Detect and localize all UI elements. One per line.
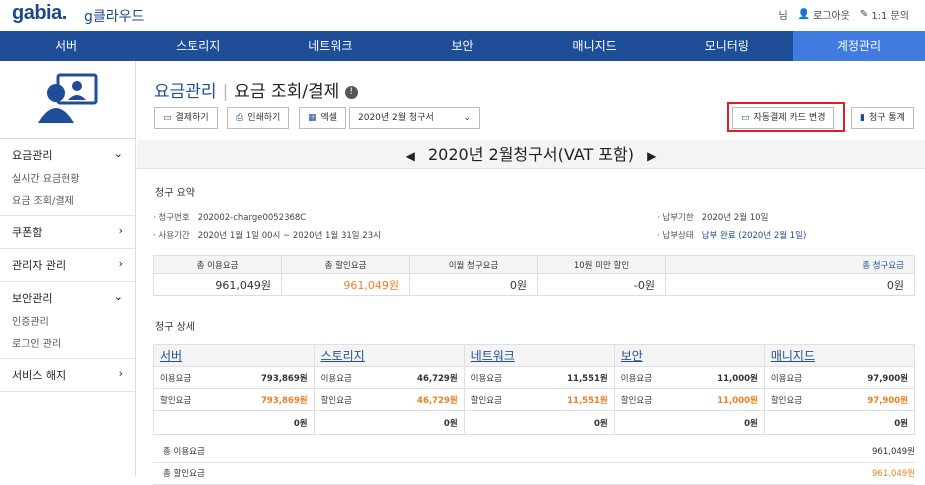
user-monitor-icon [37,73,97,123]
grand-usage-row: 총 이용요금 961,049원 [153,441,915,463]
info-icon[interactable]: ! [344,85,358,99]
cat-total: 0원 [613,410,765,435]
cat-total: 0원 [763,410,916,435]
grand-discount-row: 총 할인요금 961,049원 [153,463,915,485]
detail-cat-network[interactable]: 네트워크 [463,344,615,367]
account-avatar [0,61,135,139]
page-title: 요금관리 | 요금 조회/결제 ! [154,77,358,102]
table-row: 이용요금 46,729원 [313,366,465,389]
table-row: 할인요금 11,551원 [463,388,615,411]
excel-icon: ▦ [308,113,317,123]
summary-table: 총 이용요금 총 할인요금 이월 청구요금 10원 미만 할인 총 청구요금 9… [153,255,915,296]
chevron-right-icon: › [118,367,123,380]
pay-button[interactable]: ▭ 결제하기 [154,107,218,129]
table-row: 할인요금 793,869원 [153,388,315,411]
month-select[interactable]: 2020년 2월 청구서 ⌄ [349,107,480,129]
table-row: 할인요금 11,000원 [613,388,765,411]
nav-account[interactable]: 계정관리 [792,31,925,61]
sidebar-auth[interactable]: 인증관리 [12,313,123,328]
nav-storage[interactable]: 스토리지 [132,31,264,61]
cat-total: 0원 [463,410,615,435]
inquiry-link[interactable]: ✎ 1:1 문의 [860,7,909,22]
nav-security[interactable]: 보안 [396,31,528,61]
stats-button[interactable]: ▮ 청구 통계 [851,107,914,129]
edit-icon: ✎ [859,9,869,20]
nav-monitoring[interactable]: 모니터링 [661,31,793,61]
table-row: 이용요금 97,900원 [763,366,916,389]
cat-total: 0원 [313,410,465,435]
due-date: 2020년 2월 10일 [701,213,769,223]
nav-server[interactable]: 서버 [0,31,132,61]
card-change-button[interactable]: ▭ 자동결제 카드 변경 [732,107,835,129]
summary-heading: 청구 요약 [155,188,195,199]
table-row: 이용요금 793,869원 [153,366,315,389]
card-icon: ▭ [163,113,172,123]
table-row: 할인요금 97,900원 [763,388,916,411]
excel-button[interactable]: ▦ 엑셀 [299,107,347,129]
table-row: 이용요금 11,000원 [613,366,765,389]
main-content: 요금관리 | 요금 조회/결제 ! ▭ 결제하기 ⎙ 인쇄하기 ▦ 엑셀 2020년 2월… [137,61,925,485]
nav-managed[interactable]: 매니지드 [529,31,661,61]
logout-link[interactable]: 👤 로그아웃 [798,7,850,22]
usage-period: 2020년 1월 1일 00시 ~ 2020년 1월 31일 23시 [197,231,381,241]
chevron-down-icon: ⌄ [113,290,123,303]
detail-cat-managed[interactable]: 매니지드 [763,344,916,367]
detail-table: 서버 스토리지 네트워크 보안 매니지드 이용요금 793,869원 이용요금 46… [153,344,916,435]
sidebar-security[interactable]: 보안관리 ⌄ 인증관리 로그인 관리 [0,282,135,359]
printer-icon: ⎙ [236,113,244,123]
total-billed: 0원 [665,273,915,296]
bar-chart-icon: ▮ [860,113,865,123]
table-row: 이용요금 11,551원 [463,366,615,389]
person-icon: 👤 [797,9,811,20]
top-bar: gabia. g클라우드 님 👤 로그아웃 ✎ 1:1 문의 [0,0,925,30]
next-month-arrow-icon[interactable]: ▶ [647,149,656,163]
chevron-down-icon: ⌄ [463,113,471,123]
invoice-title-bar: ◀ 2020년 2월청구서(VAT 포함) ▶ [137,140,925,169]
sidebar-billing[interactable]: 요금관리 ⌄ 실시간 요금현황 요금 조회/결제 [0,139,135,216]
card-icon: ▭ [741,113,750,123]
sidebar: 요금관리 ⌄ 실시간 요금현황 요금 조회/결제 쿠폰함 › 관리자 관리 › 보안관… [0,61,136,477]
total-discount: 961,049원 [281,273,410,296]
detail-heading: 청구 상세 [155,322,195,333]
detail-cat-storage[interactable]: 스토리지 [313,344,465,367]
under-10-discount: -0원 [537,273,666,296]
user-name: 님 [778,11,788,22]
sidebar-login-mgmt[interactable]: 로그인 관리 [12,335,123,350]
sidebar-admin[interactable]: 관리자 관리 › [0,249,135,282]
chevron-down-icon: ⌄ [113,147,123,160]
sidebar-fee-inquiry[interactable]: 요금 조회/결제 [12,192,123,207]
detail-cat-security[interactable]: 보안 [613,344,765,367]
sidebar-coupon[interactable]: 쿠폰함 › [0,216,135,249]
print-button[interactable]: ⎙ 인쇄하기 [227,107,290,129]
detail-cat-server[interactable]: 서버 [153,344,315,367]
gabia-logo[interactable]: gabia. [12,2,67,25]
total-usage: 961,049원 [153,273,282,296]
bill-number: 202002-charge0052368C [197,213,307,223]
prev-month-arrow-icon[interactable]: ◀ [406,149,415,163]
main-nav: 서버 스토리지 네트워크 보안 매니지드 모니터링 계정관리 [0,31,925,61]
table-row: 할인요금 46,729원 [313,388,465,411]
sidebar-realtime-fee[interactable]: 실시간 요금현황 [12,170,123,185]
chevron-right-icon: › [118,257,123,270]
chevron-right-icon: › [118,224,123,237]
sidebar-cancel[interactable]: 서비스 해지 › [0,359,135,392]
product-name: g클라우드 [84,9,145,25]
cat-total: 0원 [153,410,315,435]
nav-network[interactable]: 네트워크 [264,31,396,61]
carryover: 0원 [409,273,538,296]
payment-status[interactable]: 납부 완료 (2020년 2월 1일) [702,231,807,241]
